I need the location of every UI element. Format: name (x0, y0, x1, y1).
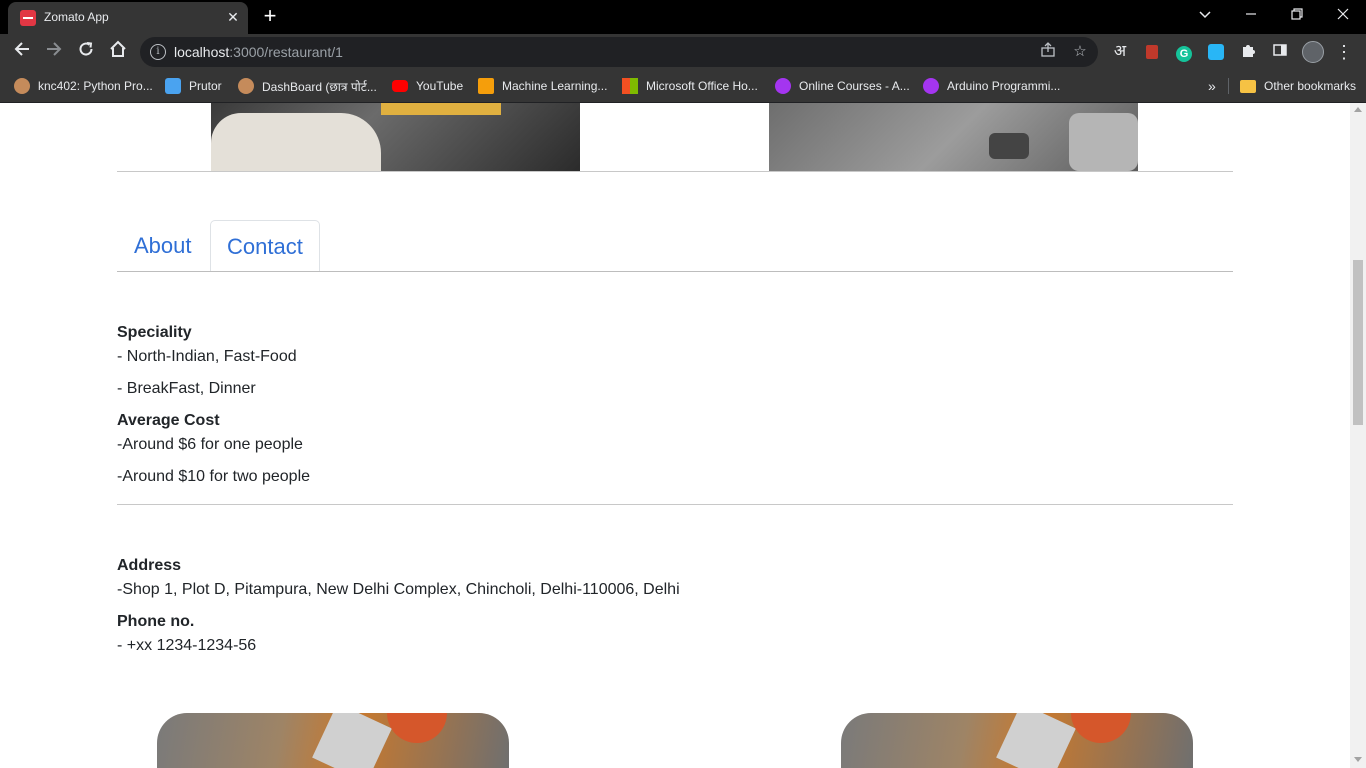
book-extension-icon[interactable] (1142, 42, 1162, 62)
address-bar[interactable]: i localhost:3000/restaurant/1 ☆ (140, 37, 1098, 67)
home-button[interactable] (106, 40, 130, 64)
url-path: :3000/restaurant/1 (229, 44, 343, 60)
bookmark-item-1[interactable]: Prutor (165, 76, 222, 96)
phone-shape (996, 713, 1076, 768)
udemy-icon (775, 78, 791, 94)
bookmark-label: Online Courses - A... (799, 79, 910, 93)
tab-title: Zomato App (44, 10, 109, 24)
address-value: -Shop 1, Plot D, Pitampura, New Delhi Co… (117, 581, 680, 598)
average-cost-heading: Average Cost (117, 412, 220, 429)
page-content: About Contact Speciality - North-Indian,… (0, 103, 1350, 768)
food-tray-shape (381, 103, 501, 115)
grammarly-icon[interactable]: G (1174, 42, 1194, 62)
scroll-down-arrow-icon[interactable] (1354, 757, 1362, 762)
bookmark-item-6[interactable]: Online Courses - A... (775, 76, 910, 96)
other-bookmarks-label: Other bookmarks (1264, 79, 1357, 93)
bookmark-item-2[interactable]: DashBoard (छात्र पोर्ट... (238, 76, 377, 96)
page-scrollbar[interactable] (1350, 103, 1366, 768)
pot-shape (989, 133, 1029, 159)
section-divider (117, 504, 1233, 505)
site-info-icon[interactable]: i (150, 44, 166, 60)
bookmark-item-3[interactable]: YouTube (392, 76, 463, 96)
bookmark-label: Prutor (189, 79, 222, 93)
forward-button[interactable] (42, 40, 66, 64)
share-icon[interactable] (1038, 42, 1058, 62)
url-text[interactable]: localhost:3000/restaurant/1 (174, 44, 343, 60)
tab-search-icon[interactable] (1191, 6, 1219, 26)
new-tab-button[interactable]: + (258, 4, 282, 28)
browser-toolbar: i localhost:3000/restaurant/1 ☆ अ G ⋮ (0, 34, 1366, 70)
menu-kebab-icon[interactable]: ⋮ (1334, 42, 1354, 62)
bookmark-item-5[interactable]: Microsoft Office Ho... (622, 76, 758, 96)
chair-shape (1069, 113, 1138, 171)
bookmark-label: YouTube (416, 79, 464, 93)
pen-extension-icon[interactable] (1206, 42, 1226, 62)
side-panel-icon[interactable] (1270, 42, 1290, 62)
minimize-button[interactable] (1237, 6, 1265, 26)
divider (117, 171, 1233, 172)
back-button[interactable] (10, 40, 34, 64)
translate-extension-icon[interactable]: अ (1110, 42, 1130, 62)
tab-close-icon[interactable]: ✕ (224, 8, 242, 26)
restaurant-tabs: About Contact (117, 220, 1233, 272)
microsoft-icon (622, 78, 638, 94)
bookmarks-divider (1228, 78, 1229, 94)
bookmark-item-4[interactable]: Machine Learning... (478, 76, 607, 96)
average-cost-line-1: -Around $6 for one people (117, 436, 303, 453)
udemy-icon (923, 78, 939, 94)
restaurant-photo-1 (211, 103, 580, 171)
bookmark-item-0[interactable]: knc402: Python Pro... (14, 76, 153, 96)
average-cost-line-2: -Around $10 for two people (117, 468, 311, 485)
speciality-heading: Speciality (117, 324, 192, 341)
reload-button[interactable] (74, 40, 98, 64)
restaurant-photo-2 (769, 103, 1138, 171)
bookmark-star-icon[interactable]: ☆ (1070, 42, 1090, 62)
tab-contact[interactable]: Contact (210, 220, 320, 272)
tab-about[interactable]: About (134, 220, 192, 270)
globe-icon (14, 78, 30, 94)
phone-heading: Phone no. (117, 613, 195, 630)
oven-mitt-shape (211, 113, 381, 171)
tabs-underline (117, 271, 1233, 272)
pizza-shape (1071, 713, 1131, 743)
more-bookmarks-button[interactable]: » (1208, 76, 1216, 96)
close-window-button[interactable] (1329, 6, 1357, 26)
restore-button[interactable] (1283, 6, 1311, 26)
phone-value: - +xx 1234-1234-56 (117, 637, 257, 654)
bookmarks-bar: knc402: Python Pro... Prutor DashBoard (… (0, 70, 1366, 103)
other-bookmarks-folder[interactable]: Other bookmarks (1240, 76, 1356, 96)
food-card-image-1[interactable] (157, 713, 509, 768)
bookmark-label: Microsoft Office Ho... (646, 79, 758, 93)
folder-icon (1240, 79, 1256, 93)
speciality-line-2: - BreakFast, Dinner (117, 380, 256, 397)
url-host: localhost (174, 44, 230, 60)
bookmark-label: DashBoard (छात्र पोर्ट... (262, 79, 377, 94)
bookmark-label: Arduino Programmi... (947, 79, 1061, 93)
browser-tab[interactable]: Zomato App ✕ (8, 2, 248, 34)
globe-icon (238, 78, 254, 94)
browser-titlebar: Zomato App ✕ + (0, 0, 1366, 34)
food-card-image-2[interactable] (841, 713, 1193, 768)
bookmark-label: Machine Learning... (502, 79, 608, 93)
speciality-line-1: - North-Indian, Fast-Food (117, 348, 297, 365)
youtube-icon (392, 80, 408, 92)
address-heading: Address (117, 557, 182, 574)
phone-shape (312, 713, 392, 768)
bookmark-item-7[interactable]: Arduino Programmi... (923, 76, 1060, 96)
extensions-puzzle-icon[interactable] (1238, 42, 1258, 62)
scroll-up-arrow-icon[interactable] (1354, 107, 1362, 112)
ml-icon (478, 78, 494, 94)
pizza-shape (387, 713, 447, 743)
profile-avatar-icon[interactable] (1302, 41, 1324, 63)
zomato-favicon-icon (20, 10, 36, 26)
scroll-thumb[interactable] (1353, 260, 1363, 425)
bookmark-label: knc402: Python Pro... (38, 79, 153, 93)
prutor-icon (165, 78, 181, 94)
